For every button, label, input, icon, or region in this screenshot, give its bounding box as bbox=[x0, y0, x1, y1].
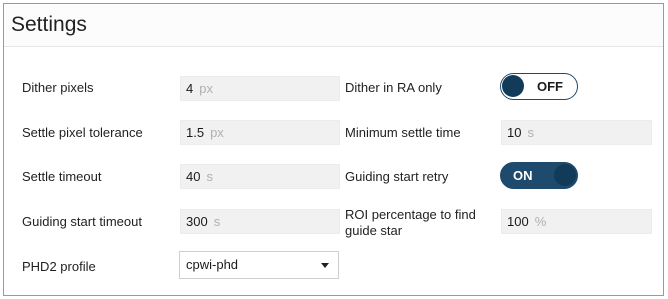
settings-header: Settings bbox=[4, 4, 663, 47]
guiding-start-retry-toggle[interactable]: ON bbox=[500, 162, 578, 189]
guiding-start-timeout-input[interactable]: 300 s bbox=[180, 209, 340, 234]
settle-pixel-tolerance-label: Settle pixel tolerance bbox=[22, 125, 143, 140]
toggle-knob bbox=[502, 75, 524, 97]
dither-pixels-input[interactable]: 4 px bbox=[180, 76, 340, 101]
minimum-settle-time-value: 10 bbox=[507, 125, 522, 140]
dither-ra-only-state: OFF bbox=[537, 79, 563, 94]
roi-percentage-value: 100 bbox=[507, 214, 529, 229]
page-title: Settings bbox=[11, 13, 87, 36]
minimum-settle-time-input[interactable]: 10 s bbox=[501, 120, 652, 145]
guiding-start-retry-label: Guiding start retry bbox=[345, 169, 449, 184]
minimum-settle-time-unit: s bbox=[527, 125, 534, 140]
settle-timeout-unit: s bbox=[206, 169, 213, 184]
roi-percentage-label-line1: ROI percentage to find bbox=[345, 207, 476, 222]
dither-ra-only-label: Dither in RA only bbox=[345, 80, 442, 95]
settle-pixel-tolerance-unit: px bbox=[210, 125, 224, 140]
dither-pixels-value: 4 bbox=[186, 81, 194, 96]
phd2-profile-label: PHD2 profile bbox=[22, 259, 96, 274]
settle-timeout-label: Settle timeout bbox=[22, 169, 102, 184]
settings-panel: Settings Dither pixels 4 px Settle pixel … bbox=[3, 3, 664, 296]
roi-percentage-label-line2: guide star bbox=[345, 223, 403, 238]
roi-percentage-input[interactable]: 100% bbox=[501, 209, 652, 234]
guiding-start-timeout-label: Guiding start timeout bbox=[22, 214, 142, 229]
settle-timeout-value: 40 bbox=[186, 169, 201, 184]
toggle-knob bbox=[554, 164, 576, 186]
phd2-profile-value: cpwi-phd bbox=[186, 257, 239, 272]
guiding-start-retry-state: ON bbox=[513, 168, 533, 183]
roi-percentage-label: ROI percentage to find guide star bbox=[345, 207, 476, 239]
minimum-settle-time-label: Minimum settle time bbox=[345, 125, 461, 140]
guiding-start-timeout-value: 300 bbox=[186, 214, 208, 229]
settle-timeout-input[interactable]: 40 s bbox=[180, 164, 340, 189]
settle-pixel-tolerance-value: 1.5 bbox=[186, 125, 205, 140]
dither-pixels-label: Dither pixels bbox=[22, 80, 94, 95]
dither-ra-only-toggle[interactable]: OFF bbox=[500, 73, 578, 100]
roi-percentage-unit: % bbox=[534, 214, 547, 229]
caret-down-icon bbox=[321, 263, 329, 268]
settle-pixel-tolerance-input[interactable]: 1.5 px bbox=[180, 120, 340, 145]
dither-pixels-unit: px bbox=[199, 81, 213, 96]
phd2-profile-select[interactable]: cpwi-phd bbox=[179, 251, 339, 279]
guiding-start-timeout-unit: s bbox=[213, 214, 221, 229]
